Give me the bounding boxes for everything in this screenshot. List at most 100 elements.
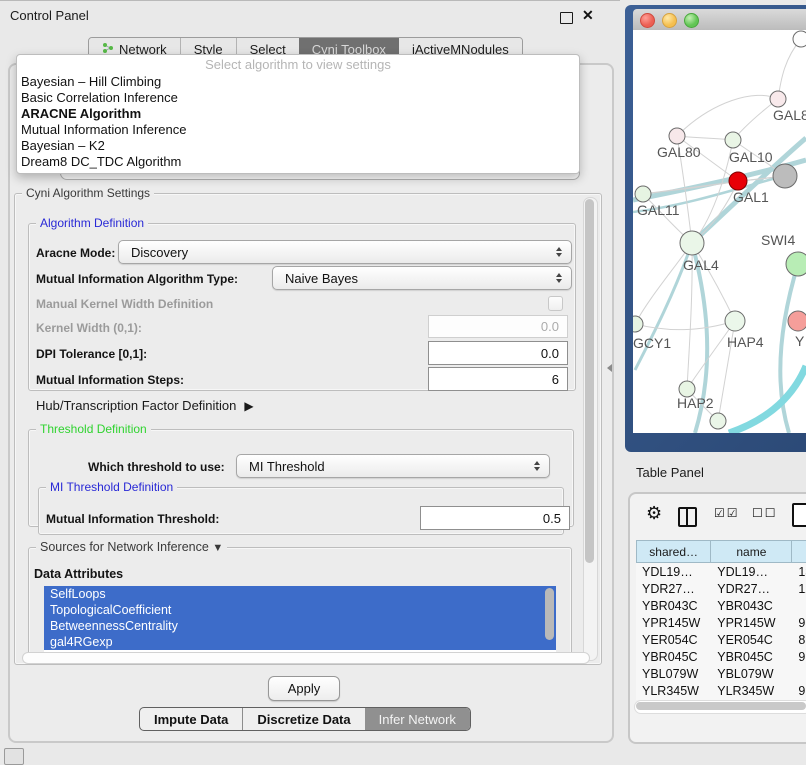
column-header-shared-name[interactable]: shared… [636,540,711,563]
gear-icon[interactable]: ⚙ [646,503,662,524]
export-table-icon[interactable] [792,503,806,527]
column-header-name[interactable]: name [711,540,792,563]
table-scrollbar-thumb[interactable] [636,702,806,710]
float-window-icon[interactable] [560,12,573,24]
close-icon[interactable]: ✕ [582,7,594,24]
threshold-definition-title: Threshold Definition [36,422,151,436]
table-cell: YER054C [711,633,792,647]
algorithm-option[interactable]: Mutual Information Inference [17,122,579,138]
tab-infer-network[interactable]: Infer Network [365,708,470,730]
mi-threshold-input[interactable]: 0.5 [420,506,570,530]
network-node-node-Y[interactable] [788,311,806,331]
data-attribute-item[interactable]: SelfLoops [44,586,556,602]
algorithm-option[interactable]: Basic Correlation Inference [17,90,579,106]
network-edge[interactable] [687,321,735,389]
manual-kernel-checkbox[interactable] [548,296,563,311]
aracne-mode-combobox[interactable]: Discovery [118,240,572,264]
zoom-traffic-light-icon[interactable] [684,13,699,28]
network-node-GAL4[interactable] [680,231,704,255]
data-attribute-item[interactable]: TopologicalCoefficient [44,602,556,618]
mi-type-combobox[interactable]: Naive Bayes [272,266,572,290]
table-horizontal-scrollbar[interactable] [634,700,806,714]
table-row[interactable]: YPR145WYPR145W9. [636,614,806,631]
network-node-label: HAP2 [677,395,714,411]
deselect-all-checkboxes-icon[interactable]: ☐☐ [752,506,778,520]
tab-impute-data[interactable]: Impute Data [140,708,242,730]
which-threshold-combobox[interactable]: MI Threshold [236,454,550,478]
sources-horizontal-scrollbar[interactable] [22,652,590,664]
network-node-GAL10[interactable] [725,132,741,148]
dpi-tolerance-input[interactable]: 0.0 [428,341,568,365]
network-edge[interactable] [692,243,735,321]
data-attribute-item[interactable]: BetweennessCentrality [44,618,556,634]
algorithm-option[interactable]: Dream8 DC_TDC Algorithm [17,154,579,170]
network-edge[interactable] [729,366,806,433]
apply-button[interactable]: Apply [268,676,340,701]
aracne-mode-value: Discovery [131,245,188,260]
data-attributes-list[interactable]: SelfLoopsTopologicalCoefficientBetweenne… [44,586,556,653]
settings-scrollbar-thumb[interactable] [585,199,594,563]
sources-group-title[interactable]: Sources for Network Inference ▼ [36,540,227,554]
table-row[interactable]: YBR043CYBR043C [636,597,806,614]
table-row[interactable]: YDR27…YDR27…12 [636,580,806,597]
stepper-icon [534,461,540,471]
network-node-GAL80[interactable] [669,128,685,144]
table-cell: YDL19… [636,565,711,579]
network-node-label: GAL4 [683,257,719,273]
settings-scrollbar[interactable] [583,197,598,661]
mi-steps-input[interactable]: 6 [428,367,568,391]
attributes-scrollbar-thumb[interactable] [545,588,554,640]
network-node-GAL11[interactable] [635,186,651,202]
table-row[interactable]: YBR045CYBR045C9. [636,648,806,665]
network-node-node-gray[interactable] [773,164,797,188]
network-node-HAP4[interactable] [725,311,745,331]
control-panel-window: Control Panel ✕ Network Style Select Cyn… [0,0,620,763]
network-edge[interactable] [635,321,735,330]
network-node-node-bottom[interactable] [710,413,726,429]
bottom-tabbar: Impute Data Discretize Data Infer Networ… [139,707,471,731]
manual-kernel-label: Manual Kernel Width Definition [36,297,213,311]
network-node-label: SWI4 [761,232,795,248]
network-node-label: HAP4 [727,334,764,350]
network-node-label: GAL10 [729,149,773,165]
tab-discretize-data[interactable]: Discretize Data [242,708,364,730]
table-row[interactable]: YDL19…YDL19…13 [636,563,806,580]
table-cell: YPR145W [636,616,711,630]
column-header-partial[interactable] [792,540,806,563]
select-all-checkboxes-icon[interactable]: ☑☑ [714,506,740,520]
minimized-panel-icon[interactable] [4,748,24,765]
network-node-GAL1[interactable] [729,172,747,190]
mi-threshold-label: Mutual Information Threshold: [46,512,219,526]
stepper-icon [556,273,562,283]
table-row[interactable]: YBL079WYBL079W [636,665,806,682]
hub-definition-toggle[interactable]: Hub/Transcription Factor Definition ▶ [36,398,254,413]
algorithm-dropdown-placeholder: Select algorithm to view settings [17,56,579,74]
network-node-node-top[interactable] [793,31,806,47]
network-node-GAL8[interactable] [770,91,786,107]
network-node-label: GAL1 [733,189,769,205]
network-edge[interactable] [733,99,778,140]
kernel-width-input[interactable]: 0.0 [428,315,568,338]
close-traffic-light-icon[interactable] [640,13,655,28]
network-window-titlebar[interactable] [633,9,806,31]
network-edge[interactable] [778,39,801,99]
splitter-collapse-icon[interactable] [607,364,612,372]
columns-icon[interactable] [678,507,697,527]
table-row[interactable]: YLR345WYLR345W9. [636,682,806,699]
table-cell: YPR145W [711,616,792,630]
table-rows: YDL19…YDL19…13YDR27…YDR27…12YBR043CYBR04… [636,563,806,700]
network-edge[interactable] [677,95,778,136]
algorithm-option[interactable]: ARACNE Algorithm [17,106,579,122]
network-canvas[interactable]: GAL8GAL80GAL10GAL1GAL11GAL4SWI4GCY1HAP4Y… [633,30,806,433]
network-node-SWI4[interactable] [786,252,806,276]
settings-group-title: Cyni Algorithm Settings [22,186,154,200]
table-row[interactable]: YER054CYER054C8. [636,631,806,648]
network-node-label: Y [795,333,805,349]
table-cell: YBL079W [711,667,792,681]
minimize-traffic-light-icon[interactable] [662,13,677,28]
network-node-GCY1[interactable] [633,316,643,332]
algorithm-option[interactable]: Bayesian – K2 [17,138,579,154]
table-cell: YBR045C [636,650,711,664]
algorithm-option[interactable]: Bayesian – Hill Climbing [17,74,579,90]
data-attribute-item[interactable]: gal4RGexp [44,634,556,650]
